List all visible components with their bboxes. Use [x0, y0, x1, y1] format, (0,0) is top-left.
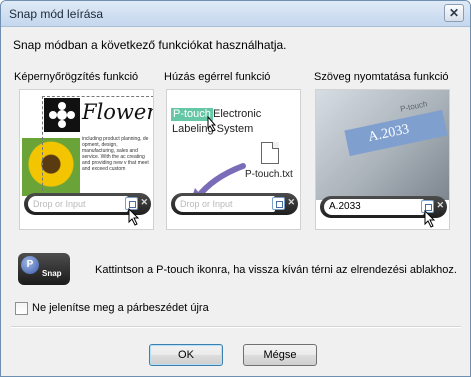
close-button[interactable]: ✕ — [444, 4, 464, 22]
close-icon: ✕ — [287, 197, 295, 207]
panel-print-text: P-touch A.2033 A.2033 ✕ — [315, 89, 450, 230]
drop-input: A.2033 — [324, 199, 424, 215]
p-touch-logo-icon: P — [21, 256, 39, 274]
sunflower-image — [22, 138, 80, 196]
close-icon: ✕ — [436, 200, 444, 210]
mouse-pointer-icon — [424, 210, 436, 228]
capture-icon — [272, 197, 285, 210]
snap-label: Snap — [42, 269, 62, 278]
dont-show-again-label[interactable]: Ne jelenítse meg a párbeszédet újra — [32, 302, 209, 314]
snap-mode-dialog: Snap mód leírása ✕ Snap módban a követke… — [0, 0, 471, 377]
capture-guide-vertical — [42, 96, 43, 196]
doc-title: Flower — [82, 100, 154, 124]
mouse-pointer-icon — [128, 208, 140, 226]
close-icon: ✕ — [140, 197, 148, 207]
title-bar: Snap mód leírása ✕ — [1, 1, 470, 27]
close-icon: ✕ — [448, 6, 460, 20]
drop-input: Drop or Input — [28, 196, 128, 212]
cancel-button[interactable]: Mégse — [243, 344, 317, 366]
flower-logo-icon — [44, 98, 80, 132]
drop-input: Drop or Input — [175, 196, 275, 212]
info-text: Kattintson a P-touch ikonra, ha vissza k… — [95, 264, 457, 276]
intro-text: Snap módban a következő funkciókat haszn… — [13, 38, 287, 52]
file-name: P-touch.txt — [245, 169, 293, 180]
separator — [11, 326, 461, 328]
panel-drag-drop: P-touch Electronic Labeling System P-tou… — [166, 89, 301, 230]
text-line-1: Electronic — [213, 108, 262, 120]
capture-guide-horizontal — [42, 96, 153, 97]
text-file-icon — [261, 142, 279, 164]
mouse-pointer-icon — [207, 116, 217, 132]
ok-button[interactable]: OK — [149, 344, 223, 366]
panel-label-print: Szöveg nyomtatása funkció — [314, 71, 449, 83]
panel-label-screen-capture: Képernyőrögzítés funkció — [14, 71, 139, 83]
panel-screen-capture: Flower including product planning, de op… — [19, 89, 154, 230]
drop-bar: Drop or Input ✕ — [171, 193, 298, 215]
p-touch-snap-icon: P Snap — [18, 253, 70, 285]
window-title: Snap mód leírása — [9, 7, 104, 21]
doc-body-text: including product planning, de opment, d… — [82, 136, 149, 172]
panel-label-drag: Húzás egérrel funkció — [164, 71, 271, 83]
dont-show-again-checkbox[interactable] — [15, 302, 28, 315]
